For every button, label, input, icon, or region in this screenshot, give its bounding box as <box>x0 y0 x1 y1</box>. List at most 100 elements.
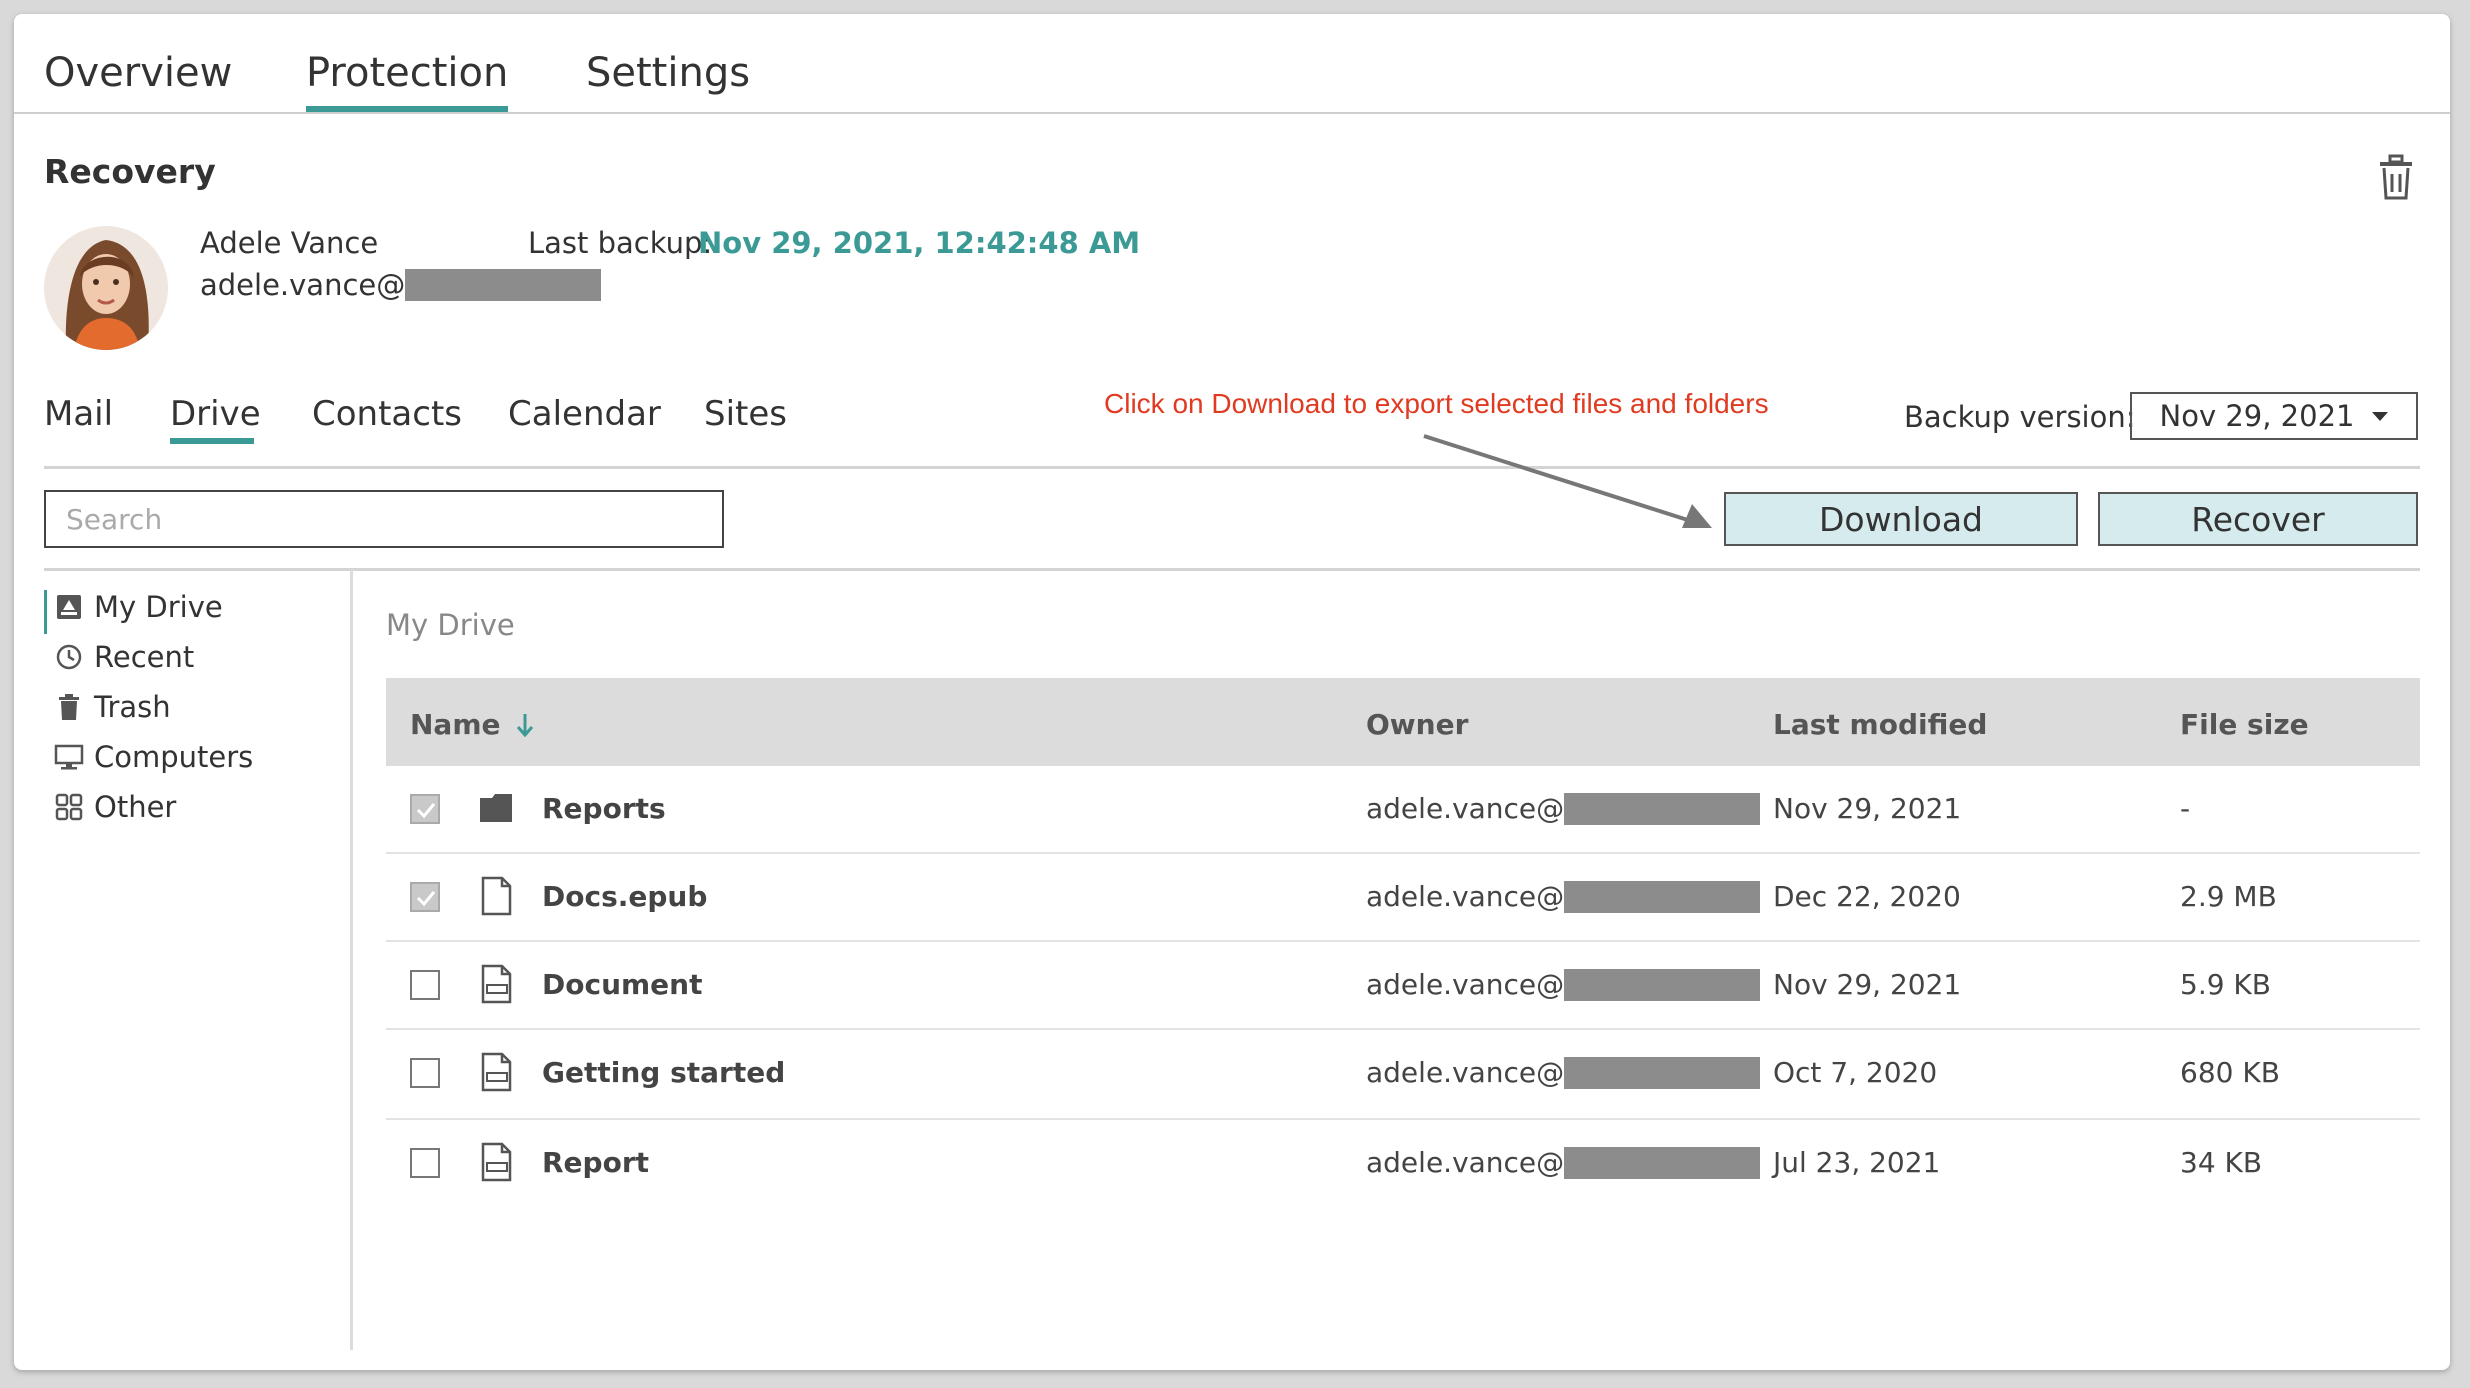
redacted-domain <box>1564 968 1761 1001</box>
search-input[interactable]: Search <box>44 490 724 548</box>
sidebar-item-my-drive[interactable]: My Drive <box>54 590 223 624</box>
file-modified: Nov 29, 2021 <box>1773 968 1962 1001</box>
clock-icon <box>56 644 82 670</box>
sidebar-item-label: Trash <box>94 690 171 724</box>
pdf-file-icon <box>481 1052 512 1092</box>
column-name-header[interactable]: Name <box>410 708 535 741</box>
monitor-icon <box>54 744 84 770</box>
row-checkbox[interactable] <box>410 882 440 912</box>
file-size: 5.9 KB <box>2180 968 2271 1001</box>
check-icon <box>416 891 436 907</box>
user-name: Adele Vance <box>200 226 379 260</box>
tab-calendar[interactable]: Calendar <box>508 394 661 434</box>
sidebar-item-label: Computers <box>94 740 254 774</box>
table-row[interactable]: Docs.epub adele.vance@ Dec 22, 2020 2.9 … <box>386 854 2420 942</box>
user-email: adele.vance@ <box>200 268 602 302</box>
tab-contacts[interactable]: Contacts <box>312 394 462 434</box>
user-email-prefix: adele.vance@ <box>200 268 406 302</box>
toolbar-divider <box>44 568 2420 571</box>
chevron-down-icon <box>2372 411 2389 421</box>
download-button[interactable]: Download <box>1724 492 2078 546</box>
delete-icon[interactable] <box>2374 152 2418 202</box>
row-checkbox[interactable] <box>410 1148 440 1178</box>
file-owner: adele.vance@ <box>1366 1056 1761 1089</box>
file-owner: adele.vance@ <box>1366 792 1761 825</box>
backup-version-value: Nov 29, 2021 <box>2159 399 2355 433</box>
sidebar-item-other[interactable]: Other <box>54 790 176 824</box>
sidebar-item-label: Other <box>94 790 177 824</box>
file-size: 34 KB <box>2180 1146 2263 1179</box>
redacted-domain <box>1564 792 1761 825</box>
sidebar-item-label: My Drive <box>94 590 223 624</box>
table-header: Name Owner Last modified File size <box>386 678 2420 766</box>
tab-sites[interactable]: Sites <box>704 394 787 434</box>
app-panel: Overview Protection Settings Recovery Ad… <box>14 14 2450 1370</box>
ppt-file-icon <box>481 1142 512 1182</box>
annotation-arrow <box>1423 434 1712 528</box>
active-subtab-indicator <box>170 438 254 444</box>
sort-arrow-down-icon <box>516 713 533 737</box>
doc-file-icon <box>481 964 512 1004</box>
sidebar-item-trash[interactable]: Trash <box>54 690 171 724</box>
file-name[interactable]: Report <box>542 1146 649 1179</box>
tab-protection[interactable]: Protection <box>306 50 508 96</box>
tab-mail[interactable]: Mail <box>44 394 113 434</box>
redacted-domain <box>1564 1146 1761 1179</box>
file-modified: Oct 7, 2020 <box>1773 1056 1938 1089</box>
redacted-domain <box>1564 1056 1761 1089</box>
owner-email-prefix: adele.vance@ <box>1366 792 1565 825</box>
file-modified: Jul 23, 2021 <box>1773 1146 1941 1179</box>
breadcrumb: My Drive <box>386 608 515 642</box>
sidebar-item-label: Recent <box>94 640 195 674</box>
owner-email-prefix: adele.vance@ <box>1366 968 1565 1001</box>
file-name[interactable]: Docs.epub <box>542 880 707 913</box>
file-name[interactable]: Document <box>542 968 703 1001</box>
table-row[interactable]: Report adele.vance@ Jul 23, 2021 34 KB <box>386 1120 2420 1210</box>
trash-icon <box>59 694 79 720</box>
owner-email-prefix: adele.vance@ <box>1366 1146 1565 1179</box>
file-size: 2.9 MB <box>2180 880 2277 913</box>
check-icon <box>416 803 436 819</box>
sidebar-item-recent[interactable]: Recent <box>54 640 194 674</box>
owner-email-prefix: adele.vance@ <box>1366 880 1565 913</box>
sidebar-divider <box>350 570 353 1350</box>
column-modified-header[interactable]: Last modified <box>1773 708 1987 741</box>
redacted-domain <box>405 269 602 301</box>
file-owner: adele.vance@ <box>1366 1146 1761 1179</box>
row-checkbox[interactable] <box>410 970 440 1000</box>
table-row[interactable]: Getting started adele.vance@ Oct 7, 2020… <box>386 1030 2420 1120</box>
tab-overview[interactable]: Overview <box>44 50 232 96</box>
tab-drive[interactable]: Drive <box>170 394 261 434</box>
row-checkbox[interactable] <box>410 1058 440 1088</box>
tab-settings[interactable]: Settings <box>586 50 750 96</box>
file-name[interactable]: Reports <box>542 792 666 825</box>
redacted-domain <box>1564 880 1761 913</box>
file-size: 680 KB <box>2180 1056 2280 1089</box>
avatar <box>44 226 168 350</box>
last-backup-label: Last backup: <box>528 226 713 260</box>
backup-version-label: Backup version: <box>1904 400 2136 434</box>
column-name-label: Name <box>410 708 501 741</box>
folder-icon <box>480 794 512 822</box>
tab-divider <box>14 112 2450 114</box>
file-modified: Dec 22, 2020 <box>1773 880 1961 913</box>
drive-icon <box>57 595 81 619</box>
column-size-header[interactable]: File size <box>2180 708 2309 741</box>
backup-version-select[interactable]: Nov 29, 2021 <box>2130 392 2418 440</box>
file-name[interactable]: Getting started <box>542 1056 785 1089</box>
owner-email-prefix: adele.vance@ <box>1366 1056 1565 1089</box>
table-row[interactable]: Document adele.vance@ Nov 29, 2021 5.9 K… <box>386 942 2420 1030</box>
grid-icon <box>55 793 83 821</box>
sidebar-active-indicator <box>44 590 47 634</box>
recover-button[interactable]: Recover <box>2098 492 2418 546</box>
file-modified: Nov 29, 2021 <box>1773 792 1962 825</box>
last-backup-value: Nov 29, 2021, 12:42:48 AM <box>698 226 1141 260</box>
row-checkbox[interactable] <box>410 794 440 824</box>
sidebar-item-computers[interactable]: Computers <box>54 740 253 774</box>
file-icon <box>481 876 512 916</box>
subtab-divider <box>44 466 2420 469</box>
table-row[interactable]: Reports adele.vance@ Nov 29, 2021 - <box>386 766 2420 854</box>
file-owner: adele.vance@ <box>1366 968 1761 1001</box>
column-owner-header[interactable]: Owner <box>1366 708 1468 741</box>
file-size: - <box>2180 792 2191 825</box>
